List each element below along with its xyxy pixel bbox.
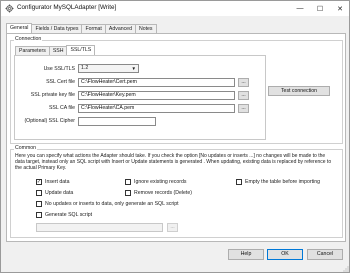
tab-parameters[interactable]: Parameters bbox=[15, 46, 50, 55]
checkbox-icon bbox=[125, 179, 131, 185]
common-description: Here you can specify what actions the Ad… bbox=[15, 153, 332, 172]
test-connection-button[interactable]: Test connection bbox=[268, 86, 330, 96]
remove-records-label: Remove records (Delete) bbox=[134, 190, 192, 196]
connection-tabs: Parameters SSH SSL/TLS bbox=[15, 45, 96, 55]
cancel-button[interactable]: Cancel bbox=[307, 249, 343, 260]
minimize-button[interactable]: — bbox=[290, 1, 310, 16]
ssl-ca-label: SSL CA file bbox=[48, 105, 75, 111]
checkbox-icon bbox=[236, 179, 242, 185]
use-ssl-select[interactable]: 1.2 ▼ bbox=[78, 64, 139, 73]
configurator-window: Configurator MySQLAdapter [Write] — ☐ ✕ … bbox=[0, 0, 350, 273]
update-data-checkbox[interactable]: Update data bbox=[36, 190, 73, 196]
ssl-cert-browse-button[interactable]: ... bbox=[238, 78, 249, 87]
ssl-ca-field[interactable]: C:\FlowHeater\CA.pem bbox=[78, 104, 235, 113]
ssl-cert-label: SSL Cert file bbox=[46, 79, 75, 85]
tab-ssh[interactable]: SSH bbox=[48, 46, 68, 55]
ok-button[interactable]: OK bbox=[267, 249, 303, 260]
checkbox-icon bbox=[36, 212, 42, 218]
ssl-key-browse-button[interactable]: ... bbox=[238, 91, 249, 100]
no-updates-label: No updates or inserts to data, only gene… bbox=[45, 201, 179, 207]
resize-grip-icon[interactable] bbox=[343, 266, 349, 272]
connection-group-label: Connection bbox=[14, 36, 43, 42]
tab-fields-data-types[interactable]: Fields / Data types bbox=[31, 24, 83, 33]
help-button[interactable]: Help bbox=[228, 249, 264, 260]
tab-general[interactable]: General bbox=[6, 23, 33, 33]
title-bar: Configurator MySQLAdapter [Write] — ☐ ✕ bbox=[1, 1, 349, 16]
insert-data-checkbox[interactable]: ✓ Insert data bbox=[36, 179, 70, 185]
ignore-existing-checkbox[interactable]: Ignore existing records bbox=[125, 179, 186, 185]
tab-notes[interactable]: Notes bbox=[134, 24, 157, 33]
sql-script-path-field[interactable] bbox=[36, 223, 163, 232]
common-group-label: Common bbox=[14, 145, 38, 151]
empty-table-checkbox[interactable]: Empty the table before importing bbox=[236, 179, 320, 185]
close-icon: ✕ bbox=[337, 5, 343, 13]
insert-data-label: Insert data bbox=[45, 179, 70, 185]
checkbox-icon bbox=[36, 201, 42, 207]
chevron-down-icon: ▼ bbox=[131, 66, 136, 71]
ssl-ca-browse-button[interactable]: ... bbox=[238, 104, 249, 113]
use-ssl-value: 1.2 bbox=[81, 65, 89, 71]
sql-script-browse-button[interactable]: ... bbox=[167, 223, 178, 232]
tab-advanced[interactable]: Advanced bbox=[104, 24, 136, 33]
no-updates-checkbox[interactable]: No updates or inserts to data, only gene… bbox=[36, 201, 179, 207]
ssl-cipher-field[interactable] bbox=[78, 117, 156, 126]
configurator-gear-icon bbox=[5, 4, 14, 13]
generate-sql-checkbox[interactable]: Generate SQL script bbox=[36, 212, 92, 218]
maximize-button[interactable]: ☐ bbox=[310, 1, 330, 16]
minimize-icon: — bbox=[296, 5, 304, 12]
window-title: Configurator MySQLAdapter [Write] bbox=[17, 4, 117, 11]
ssl-key-label: SSL private key file bbox=[30, 92, 75, 98]
main-tabs: General Fields / Data types Format Advan… bbox=[6, 23, 157, 33]
empty-table-label: Empty the table before importing bbox=[245, 179, 320, 185]
ignore-existing-label: Ignore existing records bbox=[134, 179, 187, 185]
update-data-label: Update data bbox=[45, 190, 74, 196]
tab-ssl-tls[interactable]: SSL/TLS bbox=[66, 45, 96, 55]
remove-records-checkbox[interactable]: Remove records (Delete) bbox=[125, 190, 192, 196]
close-button[interactable]: ✕ bbox=[330, 1, 350, 16]
checkbox-icon bbox=[36, 190, 42, 196]
maximize-icon: ☐ bbox=[316, 5, 324, 13]
generate-sql-label: Generate SQL script bbox=[45, 212, 93, 218]
checkbox-icon bbox=[125, 190, 131, 196]
ssl-cipher-label: (Optional) SSL Cipher bbox=[24, 118, 75, 124]
tab-format[interactable]: Format bbox=[81, 24, 106, 33]
ssl-cert-field[interactable]: C:\FlowHeater\Cert.pem bbox=[78, 78, 235, 87]
ssl-key-field[interactable]: C:\FlowHeater\Key.pem bbox=[78, 91, 235, 100]
checkbox-checked-icon: ✓ bbox=[36, 178, 42, 185]
use-ssl-label: Use SSL/TLS bbox=[43, 66, 75, 72]
